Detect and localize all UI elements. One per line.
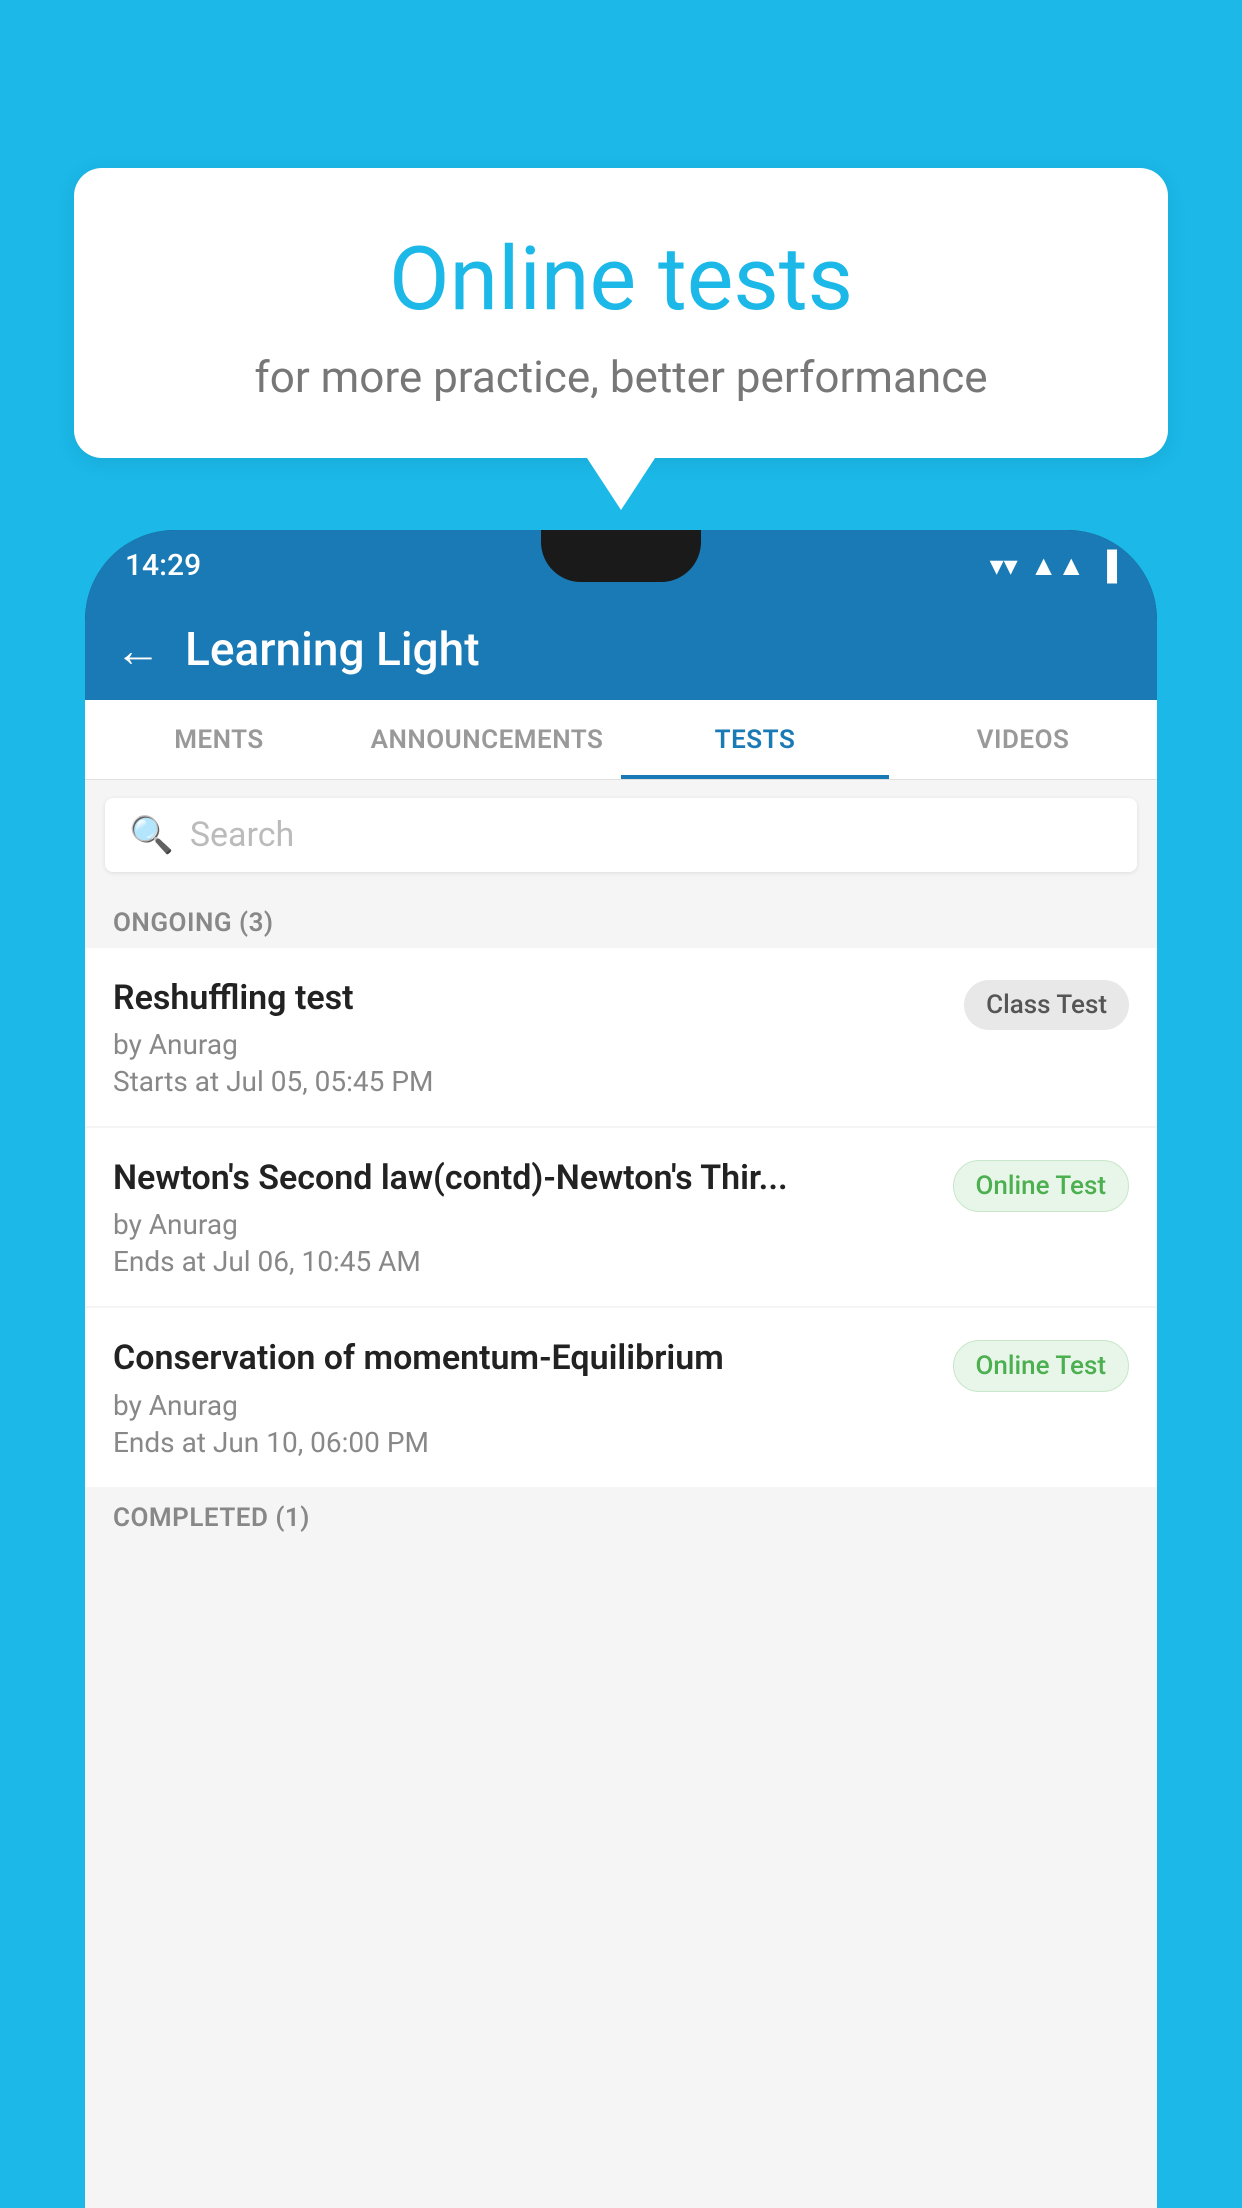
- ongoing-section-header: ONGOING (3): [85, 890, 1157, 948]
- test-name-2: Newton's Second law(contd)-Newton's Thir…: [113, 1156, 933, 1200]
- search-placeholder: Search: [190, 815, 294, 855]
- bubble-subtitle: for more practice, better performance: [124, 351, 1118, 403]
- test-by-3: by Anurag: [113, 1389, 933, 1422]
- test-item-2[interactable]: Newton's Second law(contd)-Newton's Thir…: [85, 1128, 1157, 1306]
- signal-icon: ▲▲: [1030, 549, 1085, 582]
- test-by-1: by Anurag: [113, 1028, 944, 1061]
- test-info-3: Conservation of momentum-Equilibrium by …: [113, 1336, 933, 1458]
- badge-class-test-1: Class Test: [964, 980, 1129, 1030]
- notch: [541, 530, 701, 582]
- tab-announcements[interactable]: ANNOUNCEMENTS: [353, 700, 621, 779]
- speech-bubble: Online tests for more practice, better p…: [74, 168, 1168, 458]
- test-info-2: Newton's Second law(contd)-Newton's Thir…: [113, 1156, 933, 1278]
- phone-frame: 14:29 ▾▾ ▲▲ ▐ ← Learning Light MENTS ANN…: [85, 530, 1157, 2208]
- test-by-2: by Anurag: [113, 1208, 933, 1241]
- badge-online-test-3: Online Test: [953, 1340, 1130, 1392]
- search-bar[interactable]: 🔍 Search: [105, 798, 1137, 872]
- test-date-3: Ends at Jun 10, 06:00 PM: [113, 1426, 933, 1459]
- status-time: 14:29: [125, 548, 201, 583]
- bubble-title: Online tests: [124, 228, 1118, 331]
- test-date-1: Starts at Jul 05, 05:45 PM: [113, 1065, 944, 1098]
- back-button[interactable]: ←: [115, 623, 161, 678]
- completed-section-header: COMPLETED (1): [85, 1489, 1157, 1543]
- tab-tests[interactable]: TESTS: [621, 700, 889, 779]
- test-item-3[interactable]: Conservation of momentum-Equilibrium by …: [85, 1308, 1157, 1486]
- wifi-icon: ▾▾: [990, 549, 1018, 582]
- app-bar: ← Learning Light: [85, 600, 1157, 700]
- test-info-1: Reshuffling test by Anurag Starts at Jul…: [113, 976, 944, 1098]
- status-icons: ▾▾ ▲▲ ▐: [990, 549, 1117, 582]
- tab-ments[interactable]: MENTS: [85, 700, 353, 779]
- status-bar: 14:29 ▾▾ ▲▲ ▐: [85, 530, 1157, 600]
- tabs-container: MENTS ANNOUNCEMENTS TESTS VIDEOS: [85, 700, 1157, 780]
- tab-videos[interactable]: VIDEOS: [889, 700, 1157, 779]
- test-name-3: Conservation of momentum-Equilibrium: [113, 1336, 933, 1380]
- badge-online-test-2: Online Test: [953, 1160, 1130, 1212]
- battery-icon: ▐: [1097, 549, 1117, 582]
- test-item-1[interactable]: Reshuffling test by Anurag Starts at Jul…: [85, 948, 1157, 1126]
- test-date-2: Ends at Jul 06, 10:45 AM: [113, 1245, 933, 1278]
- test-name-1: Reshuffling test: [113, 976, 944, 1020]
- phone-content: 🔍 Search ONGOING (3) Reshuffling test by…: [85, 780, 1157, 2208]
- app-bar-title: Learning Light: [185, 623, 480, 677]
- search-icon: 🔍: [129, 814, 174, 856]
